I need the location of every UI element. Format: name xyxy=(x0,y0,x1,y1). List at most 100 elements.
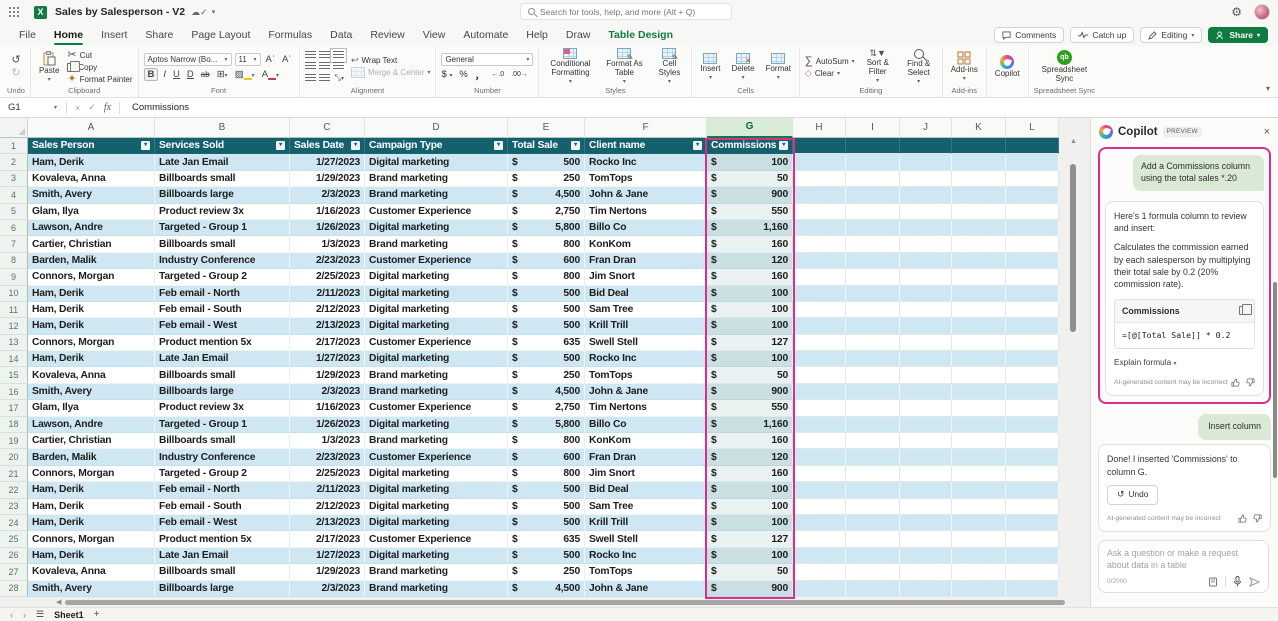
column-header-K[interactable]: K xyxy=(952,118,1006,138)
row-header-2[interactable]: 2 xyxy=(0,154,28,170)
cell-B26[interactable]: Late Jan Email xyxy=(155,548,290,564)
cell-K2[interactable] xyxy=(952,154,1006,170)
cell-I6[interactable] xyxy=(846,220,900,236)
cell-A5[interactable]: Glam, Ilya xyxy=(28,204,155,220)
cell-E27[interactable]: $250 xyxy=(508,564,585,580)
cell-H27[interactable] xyxy=(793,564,846,580)
copilot-scrollbar-thumb[interactable] xyxy=(1273,282,1277,478)
cell-J1[interactable] xyxy=(900,138,952,154)
cell-L12[interactable] xyxy=(1006,318,1059,334)
cell-L15[interactable] xyxy=(1006,367,1059,383)
cell-D21[interactable]: Digital marketing xyxy=(365,466,508,482)
cell-I23[interactable] xyxy=(846,499,900,515)
menu-item-formulas[interactable]: Formulas xyxy=(259,24,321,46)
cell-I2[interactable] xyxy=(846,154,900,170)
cell-L17[interactable] xyxy=(1006,400,1059,416)
cell-B7[interactable]: Billboards small xyxy=(155,236,290,252)
cell-H18[interactable] xyxy=(793,417,846,433)
cell-F11[interactable]: Sam Tree xyxy=(585,302,707,318)
cell-D19[interactable]: Brand marketing xyxy=(365,433,508,449)
cell-K4[interactable] xyxy=(952,187,1006,203)
cell-B22[interactable]: Feb email - North xyxy=(155,482,290,498)
cell-H10[interactable] xyxy=(793,286,846,302)
row-header-7[interactable]: 7 xyxy=(0,236,28,252)
cell-E17[interactable]: $2,750 xyxy=(508,400,585,416)
cell-A27[interactable]: Kovaleva, Anna xyxy=(28,564,155,580)
cell-F6[interactable]: Billo Co xyxy=(585,220,707,236)
select-all-corner[interactable] xyxy=(0,118,28,138)
cell-G11[interactable]: $100 xyxy=(707,302,793,318)
cell-L16[interactable] xyxy=(1006,384,1059,400)
cell-G12[interactable]: $100 xyxy=(707,318,793,334)
cell-L5[interactable] xyxy=(1006,204,1059,220)
cell-K26[interactable] xyxy=(952,548,1006,564)
cell-D16[interactable]: Brand marketing xyxy=(365,384,508,400)
cell-L8[interactable] xyxy=(1006,253,1059,269)
cell-H17[interactable] xyxy=(793,400,846,416)
cell-D2[interactable]: Digital marketing xyxy=(365,154,508,170)
cell-B17[interactable]: Product review 3x xyxy=(155,400,290,416)
cell-K18[interactable] xyxy=(952,417,1006,433)
cell-L13[interactable] xyxy=(1006,335,1059,351)
cell-E19[interactable]: $800 xyxy=(508,433,585,449)
cell-J13[interactable] xyxy=(900,335,952,351)
align-middle-icon[interactable] xyxy=(319,51,330,60)
cell-H2[interactable] xyxy=(793,154,846,170)
shrink-font-button[interactable]: Aʿ xyxy=(280,54,294,65)
cell-F15[interactable]: TomTops xyxy=(585,367,707,383)
align-left-icon[interactable] xyxy=(305,62,316,71)
cell-I9[interactable] xyxy=(846,269,900,285)
column-header-H[interactable]: H xyxy=(793,118,846,138)
cell-I5[interactable] xyxy=(846,204,900,220)
cell-A22[interactable]: Ham, Derik xyxy=(28,482,155,498)
cell-K8[interactable] xyxy=(952,253,1006,269)
row-header-12[interactable]: 12 xyxy=(0,318,28,334)
cell-K6[interactable] xyxy=(952,220,1006,236)
delete-cells-button[interactable]: Delete▾ xyxy=(728,53,757,81)
cell-J12[interactable] xyxy=(900,318,952,334)
cell-L26[interactable] xyxy=(1006,548,1059,564)
cell-E13[interactable]: $635 xyxy=(508,335,585,351)
share-button[interactable]: Share▾ xyxy=(1208,27,1268,43)
cell-B20[interactable]: Industry Conference xyxy=(155,449,290,465)
cell-F27[interactable]: TomTops xyxy=(585,564,707,580)
cell-I24[interactable] xyxy=(846,515,900,531)
catch-up-button[interactable]: Catch up xyxy=(1070,27,1134,43)
cell-styles-button[interactable]: Cell Styles▾ xyxy=(652,48,686,85)
filter-button[interactable]: ▾ xyxy=(779,141,788,150)
cell-E22[interactable]: $500 xyxy=(508,482,585,498)
menu-item-view[interactable]: View xyxy=(414,24,455,46)
cell-B24[interactable]: Feb email - West xyxy=(155,515,290,531)
cell-H3[interactable] xyxy=(793,171,846,187)
cell-C18[interactable]: 1/26/2023 xyxy=(290,417,365,433)
cell-F2[interactable]: Rocko Inc xyxy=(585,154,707,170)
cell-B2[interactable]: Late Jan Email xyxy=(155,154,290,170)
cell-C8[interactable]: 2/23/2023 xyxy=(290,253,365,269)
cell-F14[interactable]: Rocko Inc xyxy=(585,351,707,367)
cell-E25[interactable]: $635 xyxy=(508,531,585,547)
cell-E12[interactable]: $500 xyxy=(508,318,585,334)
cell-L22[interactable] xyxy=(1006,482,1059,498)
font-color-button[interactable]: A▾ xyxy=(260,69,281,80)
cell-E6[interactable]: $5,800 xyxy=(508,220,585,236)
cell-F16[interactable]: John & Jane xyxy=(585,384,707,400)
cell-C3[interactable]: 1/29/2023 xyxy=(290,171,365,187)
cell-E4[interactable]: $4,500 xyxy=(508,187,585,203)
clear-button[interactable]: ◇Clear▾ xyxy=(805,69,840,78)
cell-E2[interactable]: $500 xyxy=(508,154,585,170)
row-header-19[interactable]: 19 xyxy=(0,433,28,449)
cell-H13[interactable] xyxy=(793,335,846,351)
cell-K3[interactable] xyxy=(952,171,1006,187)
cell-D24[interactable]: Digital marketing xyxy=(365,515,508,531)
cell-B28[interactable]: Billboards large xyxy=(155,581,290,597)
horizontal-scrollbar[interactable]: ◀ xyxy=(0,598,1090,606)
cancel-icon[interactable]: × xyxy=(71,103,84,113)
horizontal-scrollbar-thumb[interactable] xyxy=(65,600,1065,605)
cell-J16[interactable] xyxy=(900,384,952,400)
send-icon[interactable] xyxy=(1249,577,1260,587)
cell-L21[interactable] xyxy=(1006,466,1059,482)
cell-A10[interactable]: Ham, Derik xyxy=(28,286,155,302)
cell-I22[interactable] xyxy=(846,482,900,498)
cell-B3[interactable]: Billboards small xyxy=(155,171,290,187)
cell-G17[interactable]: $550 xyxy=(707,400,793,416)
